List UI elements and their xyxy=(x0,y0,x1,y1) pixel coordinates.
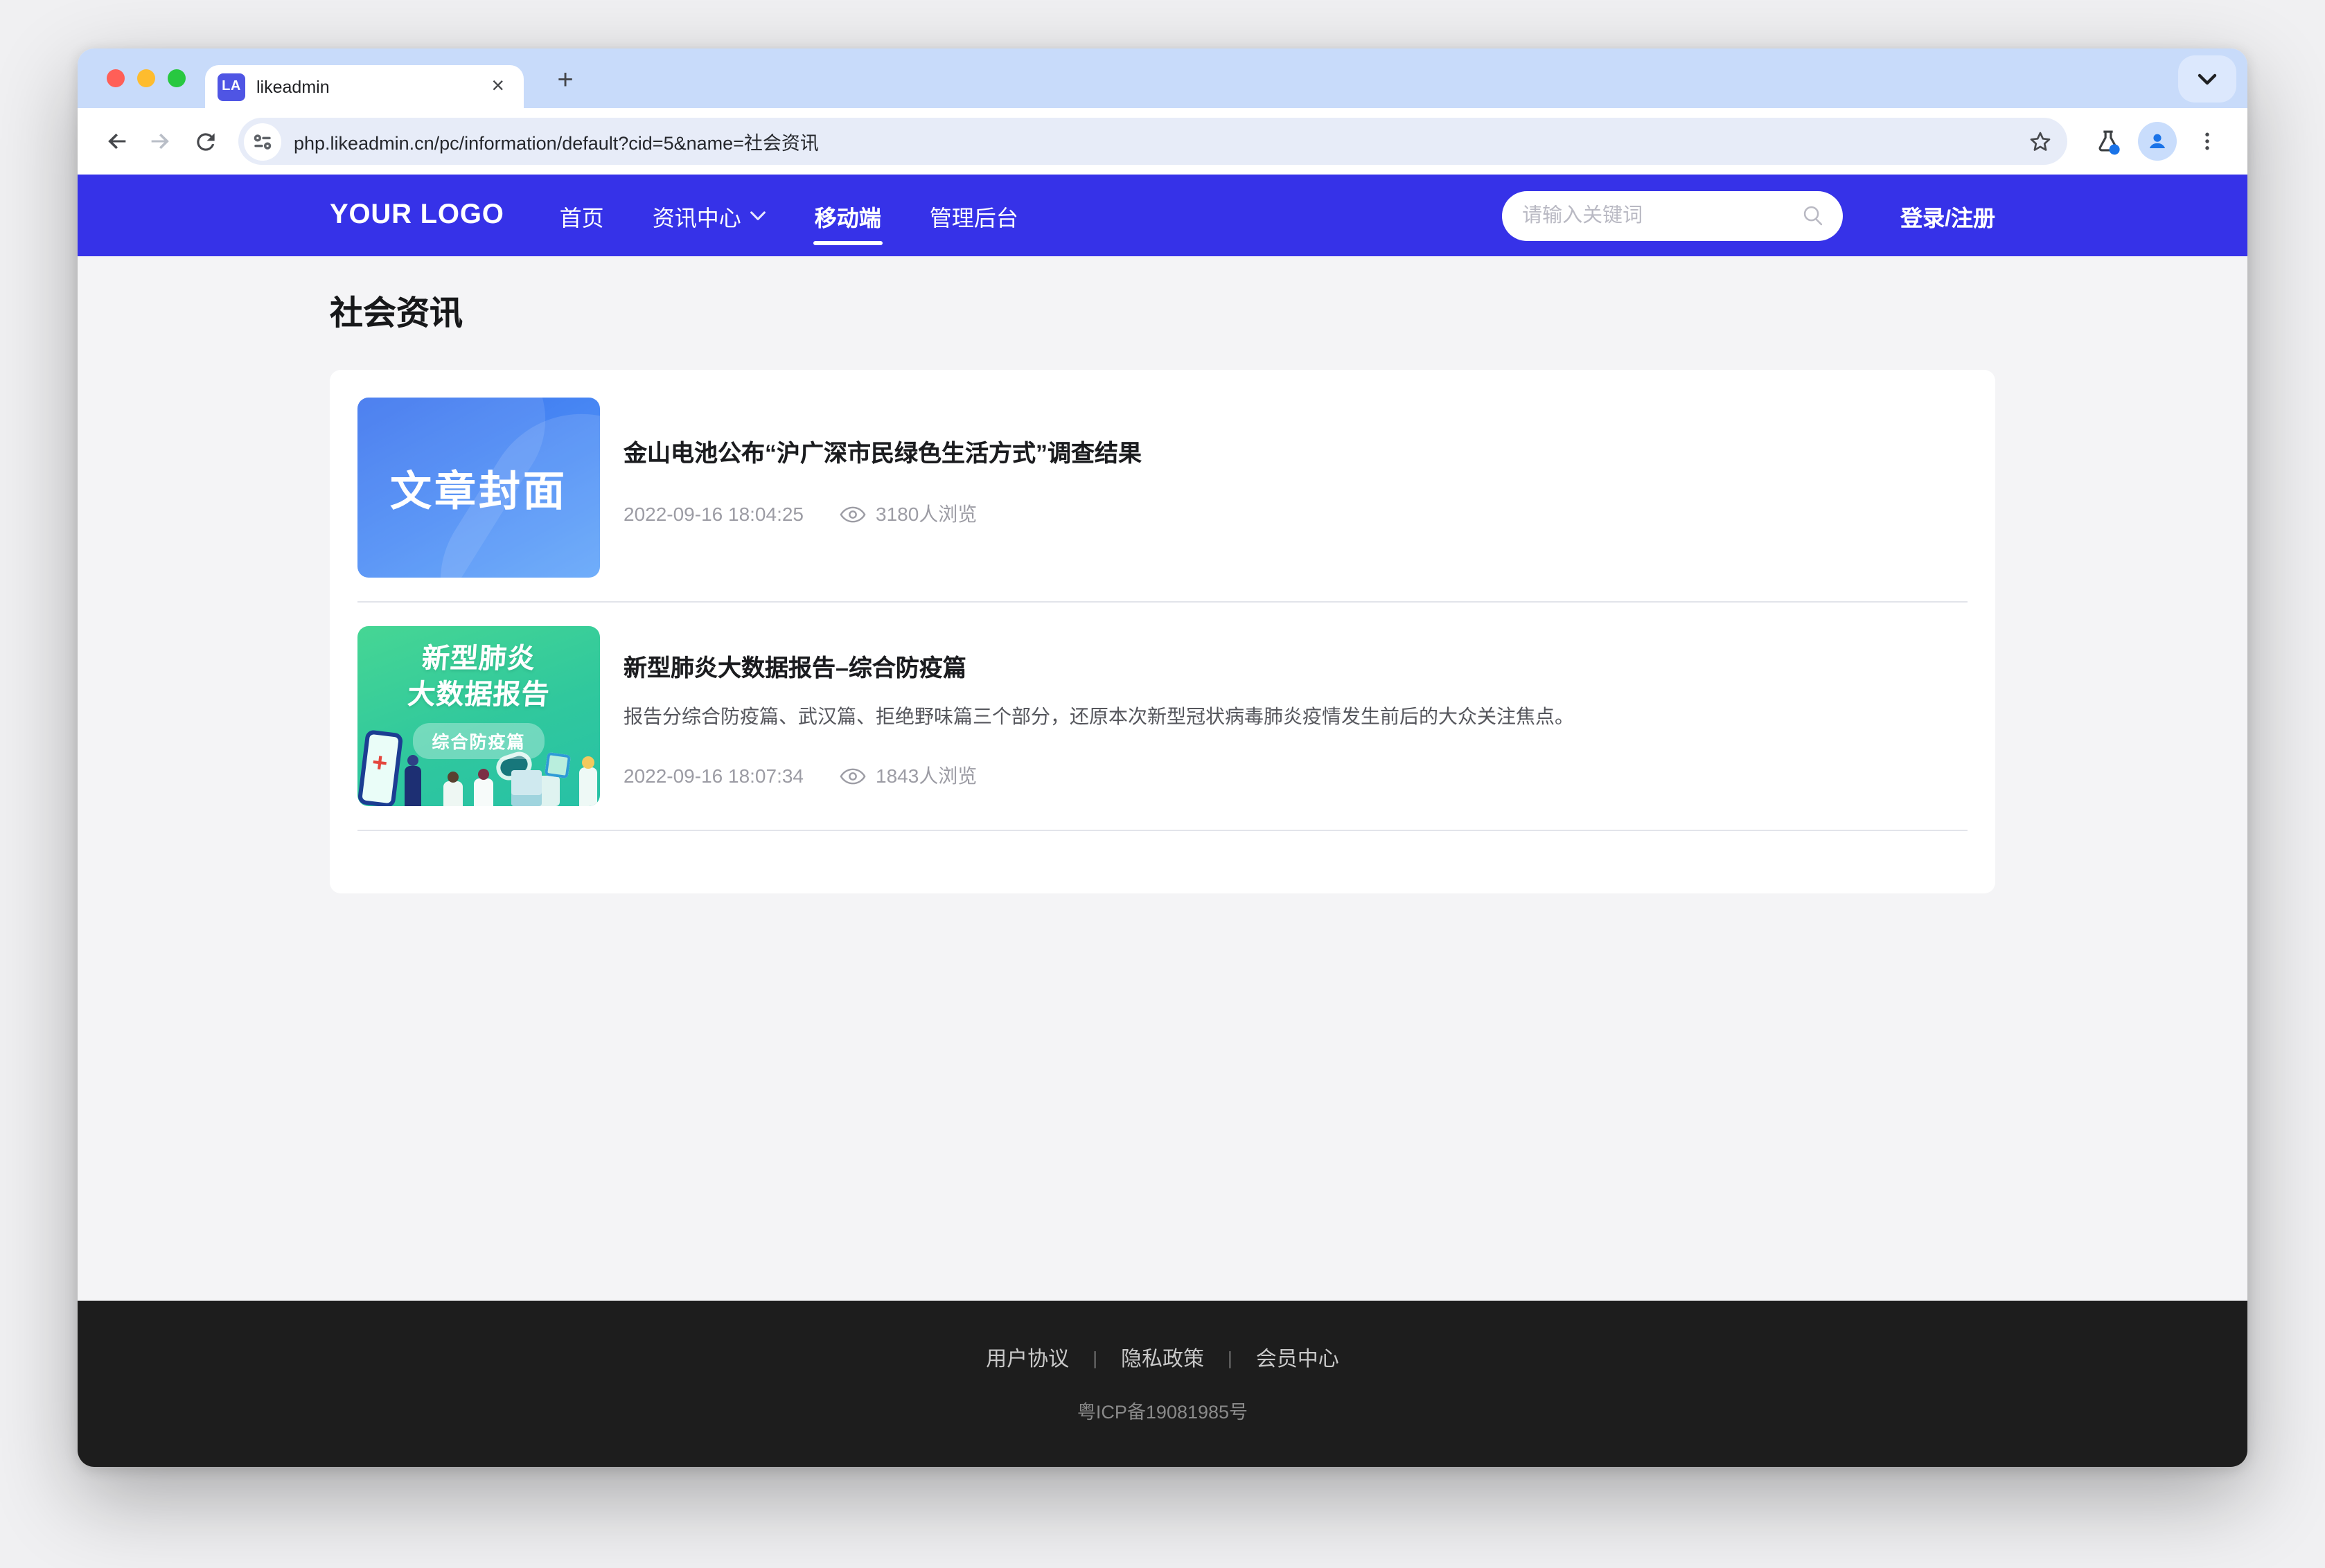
article-date: 2022-09-16 18:04:25 xyxy=(624,503,804,525)
tab-strip: LA likeadmin × + xyxy=(78,48,2247,108)
footer-link-member-center[interactable]: 会员中心 xyxy=(1256,1344,1339,1373)
address-bar[interactable]: php.likeadmin.cn/pc/information/default?… xyxy=(238,118,2067,165)
flask-icon xyxy=(2093,127,2122,156)
nav-item-mobile[interactable]: 移动端 xyxy=(815,175,881,256)
main-nav: 首页 资讯中心 移动端 管理后台 xyxy=(560,175,1018,256)
back-arrow-icon xyxy=(103,127,130,155)
list-divider xyxy=(357,601,1968,603)
article-title[interactable]: 金山电池公布“沪广深市民绿色生活方式”调查结果 xyxy=(624,439,1968,470)
page-title: 社会资讯 xyxy=(330,285,1995,334)
nav-item-admin[interactable]: 管理后台 xyxy=(930,175,1018,256)
tune-icon xyxy=(252,131,273,152)
article-row[interactable]: 新型肺炎 大数据报告 综合防疫篇 新型肺炎大数据报告–综合防疫篇 报告 xyxy=(357,626,1968,806)
reload-icon xyxy=(192,128,218,154)
avatar xyxy=(2138,122,2177,161)
site-settings-button[interactable] xyxy=(244,123,281,160)
article-thumbnail[interactable]: 文章封面 xyxy=(357,398,600,578)
footer-separator: | xyxy=(1228,1348,1232,1369)
article-row[interactable]: 文章封面 金山电池公布“沪广深市民绿色生活方式”调查结果 2022-09-16 … xyxy=(357,398,1968,578)
article-date: 2022-09-16 18:07:34 xyxy=(624,765,804,787)
article-list-card: 文章封面 金山电池公布“沪广深市民绿色生活方式”调查结果 2022-09-16 … xyxy=(330,370,1995,893)
article-views-count: 3180人浏览 xyxy=(876,500,977,528)
forward-arrow-icon xyxy=(147,127,175,155)
site-header: YOUR LOGO 首页 资讯中心 移动端 管理后 xyxy=(78,175,2247,256)
icp-record-number: 粤ICP备19081985号 xyxy=(1077,1396,1248,1424)
back-button[interactable] xyxy=(94,119,139,163)
article-title[interactable]: 新型肺炎大数据报告–综合防疫篇 xyxy=(624,654,1968,684)
window-controls xyxy=(107,69,186,87)
footer-link-privacy-policy[interactable]: 隐私政策 xyxy=(1121,1344,1204,1373)
zoom-window-button[interactable] xyxy=(168,69,186,87)
kebab-menu-icon xyxy=(2195,129,2220,154)
thumbnail-badge: 综合防疫篇 xyxy=(412,723,545,759)
experiments-button[interactable] xyxy=(2084,118,2131,165)
minimize-window-button[interactable] xyxy=(137,69,155,87)
footer-link-user-agreement[interactable]: 用户协议 xyxy=(986,1344,1069,1373)
footer-separator: | xyxy=(1093,1348,1097,1369)
browser-window: LA likeadmin × + xyxy=(78,48,2247,1467)
article-views: 3180人浏览 xyxy=(840,500,977,528)
star-icon xyxy=(2026,128,2053,154)
new-tab-button[interactable]: + xyxy=(546,61,585,100)
close-window-button[interactable] xyxy=(107,69,125,87)
login-register-link[interactable]: 登录/注册 xyxy=(1900,199,1995,232)
eye-icon xyxy=(840,505,866,523)
thumbnail-caption: 文章封面 xyxy=(390,457,567,518)
tab-search-button[interactable] xyxy=(2178,55,2236,103)
search-input[interactable] xyxy=(1522,204,1801,226)
browser-toolbar: php.likeadmin.cn/pc/information/default?… xyxy=(78,108,2247,175)
site-logo[interactable]: YOUR LOGO xyxy=(330,199,504,231)
chevron-down-icon xyxy=(2198,73,2217,85)
list-divider xyxy=(357,830,1968,831)
desktop: LA likeadmin × + xyxy=(0,0,2325,1568)
site-footer: 用户协议 | 隐私政策 | 会员中心 粤ICP备19081985号 xyxy=(78,1301,2247,1467)
article-views-count: 1843人浏览 xyxy=(876,762,977,790)
thumbnail-caption: 新型肺炎 大数据报告 综合防疫篇 xyxy=(357,641,600,759)
forward-button[interactable] xyxy=(139,119,183,163)
search-icon[interactable] xyxy=(1801,204,1824,227)
reload-button[interactable] xyxy=(183,119,227,163)
url-text[interactable]: php.likeadmin.cn/pc/information/default?… xyxy=(294,127,2017,155)
footer-links: 用户协议 | 隐私政策 | 会员中心 xyxy=(986,1344,1339,1373)
article-views: 1843人浏览 xyxy=(840,762,977,790)
chevron-down-icon xyxy=(750,210,766,221)
person-icon xyxy=(2145,129,2170,154)
browser-tab[interactable]: LA likeadmin × xyxy=(205,65,524,108)
nav-item-home[interactable]: 首页 xyxy=(560,175,604,256)
close-tab-icon[interactable]: × xyxy=(486,73,510,100)
tab-title: likeadmin xyxy=(256,77,475,96)
article-thumbnail[interactable]: 新型肺炎 大数据报告 综合防疫篇 xyxy=(357,626,600,806)
eye-icon xyxy=(840,767,866,785)
nav-item-news-center[interactable]: 资讯中心 xyxy=(653,175,766,256)
tab-favicon: LA xyxy=(218,73,245,100)
header-search xyxy=(1501,190,1842,240)
bookmark-button[interactable] xyxy=(2017,121,2062,162)
article-description: 报告分综合防疫篇、武汉篇、拒绝野味篇三个部分，还原本次新型冠状病毒肺炎疫情发生前… xyxy=(624,702,1968,731)
browser-menu-button[interactable] xyxy=(2184,118,2231,165)
page-content: 社会资讯 文章封面 金山电池公布“沪广深市民绿色生活方式”调查结果 2022-0… xyxy=(78,256,2247,1301)
profile-button[interactable] xyxy=(2134,118,2181,165)
